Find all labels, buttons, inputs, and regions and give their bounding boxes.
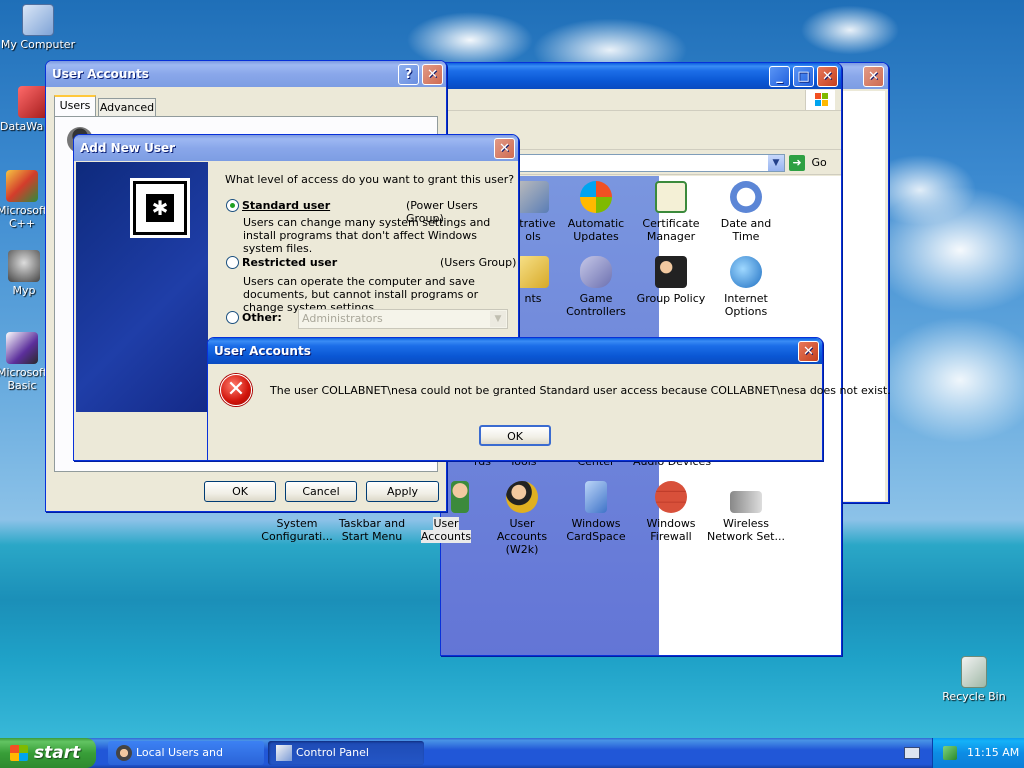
desktop-icon-vb[interactable]: Microsoft Basic	[0, 332, 50, 392]
add-new-user-titlebar: Add New User ✕	[74, 135, 518, 161]
tools-icon	[517, 181, 549, 213]
close-button[interactable]: ✕	[863, 66, 884, 87]
firewall-icon	[655, 481, 687, 513]
app-icon	[6, 170, 38, 202]
chevron-down-icon: ▼	[490, 311, 506, 327]
start-label: start	[34, 743, 81, 763]
desktop-icon-recycle-bin[interactable]: Recycle Bin	[936, 656, 1012, 703]
radio-restricted-user[interactable]	[226, 256, 239, 269]
standard-user-label[interactable]: Standard user	[242, 199, 330, 212]
clock-icon	[730, 181, 762, 213]
address-input[interactable]: ▼	[501, 154, 785, 172]
windows-update-icon	[580, 181, 612, 213]
standard-user-description: Users can change many system settings an…	[243, 216, 491, 255]
close-button[interactable]: ✕	[494, 138, 515, 159]
cp-item-game-controllers[interactable]: Game Controllers	[557, 256, 635, 318]
certificate-icon	[655, 181, 687, 213]
access-question: What level of access do you want to gran…	[225, 173, 515, 186]
keyboard-tray-icon[interactable]	[904, 747, 920, 759]
menu-bar	[441, 89, 841, 111]
desktop-icon-label: Myp	[12, 284, 36, 297]
task-local-users-groups[interactable]: Local Users and Groups	[108, 741, 264, 765]
user-icon	[451, 481, 469, 513]
apply-button[interactable]: Apply	[366, 481, 439, 502]
desktop-icon-label: Microsoft Basic	[0, 366, 48, 392]
cp-item-internet-options[interactable]: Internet Options	[707, 256, 785, 318]
wizard-banner: ✱	[76, 162, 208, 412]
wireless-icon	[730, 491, 762, 513]
window-title: Add New User	[80, 141, 176, 155]
cp-item-group-policy[interactable]: Group Policy	[632, 256, 710, 305]
users-icon	[116, 745, 132, 761]
cp-item-user-accounts-w2k[interactable]: User Accounts (W2k)	[483, 481, 561, 556]
raccoon-icon	[8, 250, 40, 282]
cardspace-icon	[585, 481, 607, 513]
recycle-bin-icon	[961, 656, 987, 688]
cp-item-windows-cardspace[interactable]: Windows CardSpace	[557, 481, 635, 543]
desktop-icon-cpp[interactable]: Microsoft C++	[0, 170, 50, 230]
cancel-button[interactable]: Cancel	[285, 481, 357, 502]
close-button[interactable]: ✕	[798, 341, 819, 362]
control-panel-icon	[276, 745, 292, 761]
close-button[interactable]: ✕	[422, 64, 443, 85]
taskbar: start Local Users and Groups Control Pan…	[0, 738, 1024, 768]
desktop-icon-label: Microsoft C++	[0, 204, 48, 230]
cp-item-certificate-manager[interactable]: Certificate Manager	[632, 181, 710, 243]
tab-advanced[interactable]: Advanced	[98, 98, 156, 117]
help-button[interactable]: ?	[398, 64, 419, 85]
go-label: Go	[811, 156, 827, 169]
back-window-body	[841, 91, 885, 501]
desktop-icon-my-computer[interactable]: My Computer	[0, 4, 76, 51]
error-icon: ✕	[220, 374, 252, 406]
globe-icon	[730, 256, 762, 288]
clock[interactable]: 11:15 AM	[967, 738, 1019, 768]
radio-other[interactable]	[226, 311, 239, 324]
computer-icon	[22, 4, 54, 36]
window-title: User Accounts	[214, 344, 311, 358]
radio-standard-user[interactable]	[226, 199, 239, 212]
chevron-down-icon[interactable]: ▼	[768, 155, 784, 171]
windows-flag-icon	[10, 745, 28, 761]
desktop-icon-label: Recycle Bin	[942, 690, 1006, 703]
users-icon	[655, 256, 687, 288]
go-arrow-icon: ➜	[789, 155, 805, 171]
start-button[interactable]: start	[0, 738, 96, 768]
error-dialog-titlebar: User Accounts ✕	[208, 338, 822, 364]
close-button[interactable]: ✕	[817, 66, 838, 87]
user-key-icon	[506, 481, 538, 513]
control-panel-titlebar: _ □ ✕	[441, 63, 841, 89]
network-icon[interactable]	[943, 746, 957, 760]
minimize-button[interactable]: _	[769, 66, 790, 87]
folder-icon	[517, 256, 549, 288]
ok-button[interactable]: OK	[479, 425, 551, 446]
task-control-panel[interactable]: Control Panel	[268, 741, 424, 765]
error-message: The user COLLABNET\nesa could not be gra…	[270, 384, 891, 397]
desktop-icon-label: DataWa	[0, 120, 44, 133]
tab-users[interactable]: Users	[54, 95, 96, 117]
maximize-button[interactable]: □	[793, 66, 814, 87]
desktop-icon-myp[interactable]: Myp	[0, 250, 48, 297]
window-title: User Accounts	[52, 67, 149, 81]
wizard-logo-icon: ✱	[130, 178, 190, 238]
app-icon	[6, 332, 38, 364]
other-group-select[interactable]: Administrators ▼	[298, 309, 508, 329]
restricted-user-label[interactable]: Restricted user	[242, 256, 337, 269]
cp-item-wireless-network[interactable]: Wireless Network Set...	[707, 481, 785, 543]
ok-button[interactable]: OK	[204, 481, 276, 502]
error-dialog: User Accounts ✕ ✕ The user COLLABNET\nes…	[207, 337, 891, 461]
cp-item-date-and-time[interactable]: Date and Time	[707, 181, 785, 243]
desktop-icon-label: My Computer	[0, 38, 76, 51]
cp-item-windows-firewall[interactable]: Windows Firewall	[632, 481, 710, 543]
windows-logo-icon	[805, 90, 835, 110]
user-accounts-titlebar: User Accounts ? ✕	[46, 61, 446, 87]
system-tray: 11:15 AM	[932, 738, 1024, 768]
gamepad-icon	[580, 256, 612, 288]
other-label[interactable]: Other:	[242, 311, 282, 324]
restricted-user-group: (Users Group)	[440, 256, 517, 269]
go-button[interactable]: ➜ Go	[789, 154, 835, 172]
cp-item-automatic-updates[interactable]: Automatic Updates	[557, 181, 635, 243]
